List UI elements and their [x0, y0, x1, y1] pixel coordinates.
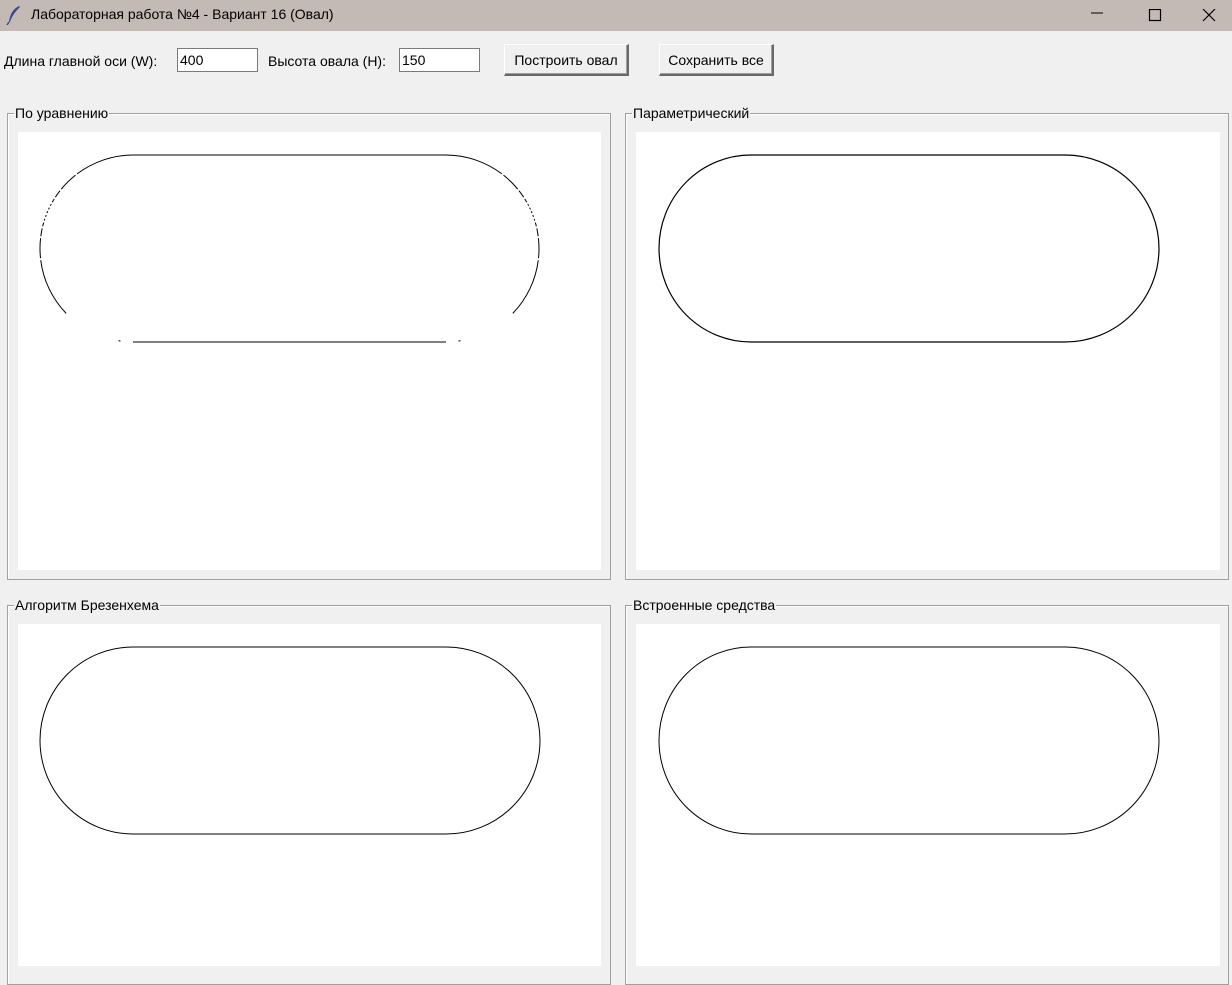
- save-all-button[interactable]: Сохранить все: [659, 44, 774, 76]
- width-label: Длина главной оси (W):: [4, 53, 158, 69]
- title-bar: Лабораторная работа №4 - Вариант 16 (Ова…: [0, 0, 1232, 31]
- canvas-bresenham[interactable]: [18, 624, 601, 966]
- panel-bresenham-label: Алгоритм Брезенхема: [14, 597, 160, 613]
- oval-parametric: [658, 154, 1160, 343]
- close-button[interactable]: [1184, 0, 1232, 31]
- close-icon: [1202, 9, 1216, 22]
- height-label: Высота овала (H):: [268, 53, 386, 69]
- height-input[interactable]: [399, 48, 480, 72]
- feather-icon: [5, 5, 23, 26]
- panel-parametric-label: Параметрический: [632, 105, 751, 121]
- maximize-button[interactable]: [1126, 0, 1184, 31]
- minimize-icon: [1091, 12, 1103, 14]
- maximize-icon: [1148, 9, 1162, 22]
- canvas-parametric[interactable]: [636, 132, 1220, 570]
- canvas-equation[interactable]: [18, 132, 601, 570]
- window-title: Лабораторная работа №4 - Вариант 16 (Ова…: [31, 6, 334, 22]
- oval-equation: [39, 154, 540, 343]
- panel-equation-label: По уравнению: [14, 105, 110, 121]
- panel-builtin-label: Встроенные средства: [632, 597, 777, 613]
- oval-builtin: [658, 646, 1160, 835]
- build-oval-button[interactable]: Построить овал: [504, 44, 629, 76]
- width-input[interactable]: [177, 48, 258, 72]
- canvas-builtin[interactable]: [636, 624, 1220, 966]
- minimize-button[interactable]: [1068, 0, 1126, 31]
- oval-bresenham: [39, 646, 541, 835]
